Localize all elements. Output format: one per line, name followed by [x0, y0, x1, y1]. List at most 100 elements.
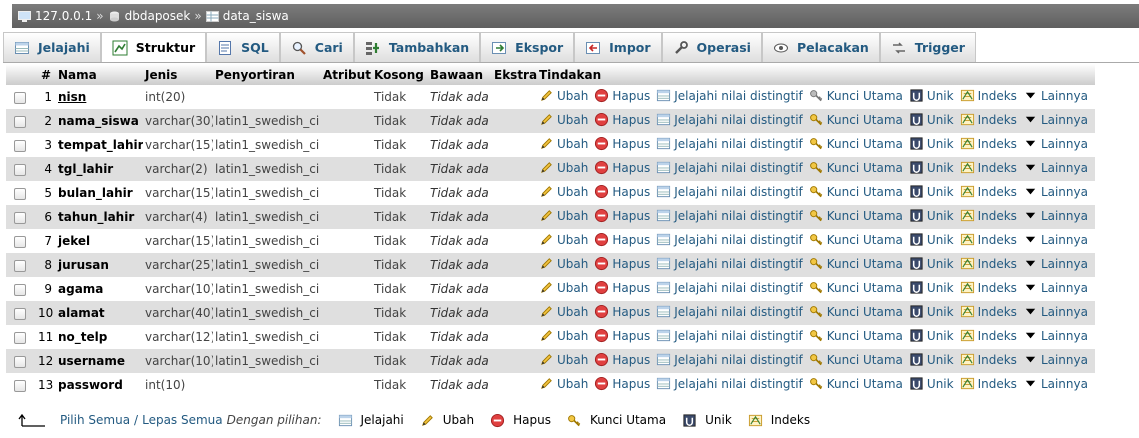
action-primary-key[interactable]: Kunci Utama	[809, 208, 903, 223]
action-more[interactable]: Lainnya	[1023, 328, 1088, 343]
action-edit[interactable]: Ubah	[539, 184, 588, 199]
action-more[interactable]: Lainnya	[1023, 352, 1088, 367]
row-checkbox[interactable]	[14, 355, 26, 368]
action-index[interactable]: Indeks	[960, 280, 1017, 295]
action-edit[interactable]: Ubah	[539, 112, 588, 127]
header-default[interactable]: Bawaan	[428, 64, 492, 85]
action-edit[interactable]: Ubah	[539, 88, 588, 103]
action-primary-key[interactable]: Kunci Utama	[809, 184, 903, 199]
action-delete[interactable]: Hapus	[594, 376, 650, 391]
action-primary-key[interactable]: Kunci Utama	[809, 112, 903, 127]
action-primary-key[interactable]: Kunci Utama	[809, 376, 903, 391]
action-index[interactable]: Indeks	[960, 88, 1017, 103]
action-primary-key[interactable]: Kunci Utama	[809, 160, 903, 175]
action-browse-distinct[interactable]: Jelajahi nilai distingtif	[656, 232, 803, 247]
action-index[interactable]: Indeks	[960, 136, 1017, 151]
action-index[interactable]: Indeks	[960, 112, 1017, 127]
row-checkbox[interactable]	[14, 211, 26, 224]
row-checkbox[interactable]	[14, 187, 26, 200]
action-index[interactable]: Indeks	[960, 184, 1017, 199]
action-more[interactable]: Lainnya	[1023, 208, 1088, 223]
action-edit[interactable]: Ubah	[539, 376, 588, 391]
action-index[interactable]: Indeks	[960, 256, 1017, 271]
action-more[interactable]: Lainnya	[1023, 136, 1088, 151]
action-edit[interactable]: Ubah	[539, 304, 588, 319]
action-index[interactable]: Indeks	[960, 352, 1017, 367]
action-browse-distinct[interactable]: Jelajahi nilai distingtif	[656, 136, 803, 151]
bulk-action-hapus[interactable]: Hapus	[490, 413, 551, 428]
action-unique[interactable]: Unik	[909, 160, 954, 175]
action-browse-distinct[interactable]: Jelajahi nilai distingtif	[656, 256, 803, 271]
action-primary-key[interactable]: Kunci Utama	[809, 280, 903, 295]
action-browse-distinct[interactable]: Jelajahi nilai distingtif	[656, 160, 803, 175]
action-edit[interactable]: Ubah	[539, 160, 588, 175]
action-primary-key[interactable]: Kunci Utama	[809, 136, 903, 151]
action-delete[interactable]: Hapus	[594, 136, 650, 151]
action-delete[interactable]: Hapus	[594, 112, 650, 127]
action-unique[interactable]: Unik	[909, 280, 954, 295]
action-unique[interactable]: Unik	[909, 136, 954, 151]
action-more[interactable]: Lainnya	[1023, 304, 1088, 319]
action-delete[interactable]: Hapus	[594, 328, 650, 343]
header-null[interactable]: Kosong	[372, 64, 428, 85]
action-delete[interactable]: Hapus	[594, 184, 650, 199]
action-index[interactable]: Indeks	[960, 232, 1017, 247]
action-edit[interactable]: Ubah	[539, 280, 588, 295]
action-unique[interactable]: Unik	[909, 184, 954, 199]
action-unique[interactable]: Unik	[909, 256, 954, 271]
tab-impor[interactable]: Impor	[574, 32, 662, 62]
tab-tambahkan[interactable]: Tambahkan	[353, 32, 481, 62]
action-unique[interactable]: Unik	[909, 112, 954, 127]
header-type[interactable]: Jenis	[143, 64, 213, 85]
tab-operasi[interactable]: Operasi	[661, 32, 762, 62]
action-unique[interactable]: Unik	[909, 304, 954, 319]
row-checkbox[interactable]	[14, 235, 26, 248]
action-delete[interactable]: Hapus	[594, 352, 650, 367]
action-browse-distinct[interactable]: Jelajahi nilai distingtif	[656, 304, 803, 319]
action-browse-distinct[interactable]: Jelajahi nilai distingtif	[656, 112, 803, 127]
action-more[interactable]: Lainnya	[1023, 160, 1088, 175]
tab-struktur[interactable]: Struktur	[100, 32, 207, 62]
row-checkbox[interactable]	[14, 307, 26, 320]
row-checkbox[interactable]	[14, 91, 26, 104]
action-more[interactable]: Lainnya	[1023, 232, 1088, 247]
action-edit[interactable]: Ubah	[539, 208, 588, 223]
action-delete[interactable]: Hapus	[594, 232, 650, 247]
action-delete[interactable]: Hapus	[594, 160, 650, 175]
bulk-action-kunci-utama[interactable]: Kunci Utama	[567, 413, 666, 428]
action-index[interactable]: Indeks	[960, 208, 1017, 223]
action-more[interactable]: Lainnya	[1023, 256, 1088, 271]
tab-sql[interactable]: SQL	[206, 32, 280, 62]
action-primary-key[interactable]: Kunci Utama	[809, 88, 903, 103]
bulk-action-unik[interactable]: Unik	[682, 413, 732, 428]
action-edit[interactable]: Ubah	[539, 232, 588, 247]
action-edit[interactable]: Ubah	[539, 256, 588, 271]
breadcrumb-database[interactable]: dbdaposek	[125, 9, 191, 23]
bulk-action-jelajahi[interactable]: Jelajahi	[338, 413, 404, 428]
action-primary-key[interactable]: Kunci Utama	[809, 304, 903, 319]
check-all-link[interactable]: Pilih Semua	[60, 413, 130, 427]
row-checkbox[interactable]	[14, 259, 26, 272]
header-collation[interactable]: Penyortiran	[213, 64, 321, 85]
row-checkbox[interactable]	[14, 331, 26, 344]
action-more[interactable]: Lainnya	[1023, 88, 1088, 103]
action-delete[interactable]: Hapus	[594, 256, 650, 271]
action-primary-key[interactable]: Kunci Utama	[809, 256, 903, 271]
action-unique[interactable]: Unik	[909, 232, 954, 247]
action-unique[interactable]: Unik	[909, 352, 954, 367]
action-edit[interactable]: Ubah	[539, 136, 588, 151]
action-unique[interactable]: Unik	[909, 88, 954, 103]
action-browse-distinct[interactable]: Jelajahi nilai distingtif	[656, 88, 803, 103]
action-browse-distinct[interactable]: Jelajahi nilai distingtif	[656, 352, 803, 367]
row-checkbox[interactable]	[14, 163, 26, 176]
action-index[interactable]: Indeks	[960, 328, 1017, 343]
row-checkbox[interactable]	[14, 283, 26, 296]
action-delete[interactable]: Hapus	[594, 280, 650, 295]
action-index[interactable]: Indeks	[960, 160, 1017, 175]
tab-trigger[interactable]: Trigger	[879, 32, 976, 62]
action-delete[interactable]: Hapus	[594, 88, 650, 103]
tab-pelacakan[interactable]: Pelacakan	[761, 32, 880, 62]
action-browse-distinct[interactable]: Jelajahi nilai distingtif	[656, 280, 803, 295]
header-extra[interactable]: Ekstra	[492, 64, 537, 85]
bulk-action-indeks[interactable]: Indeks	[748, 413, 810, 428]
